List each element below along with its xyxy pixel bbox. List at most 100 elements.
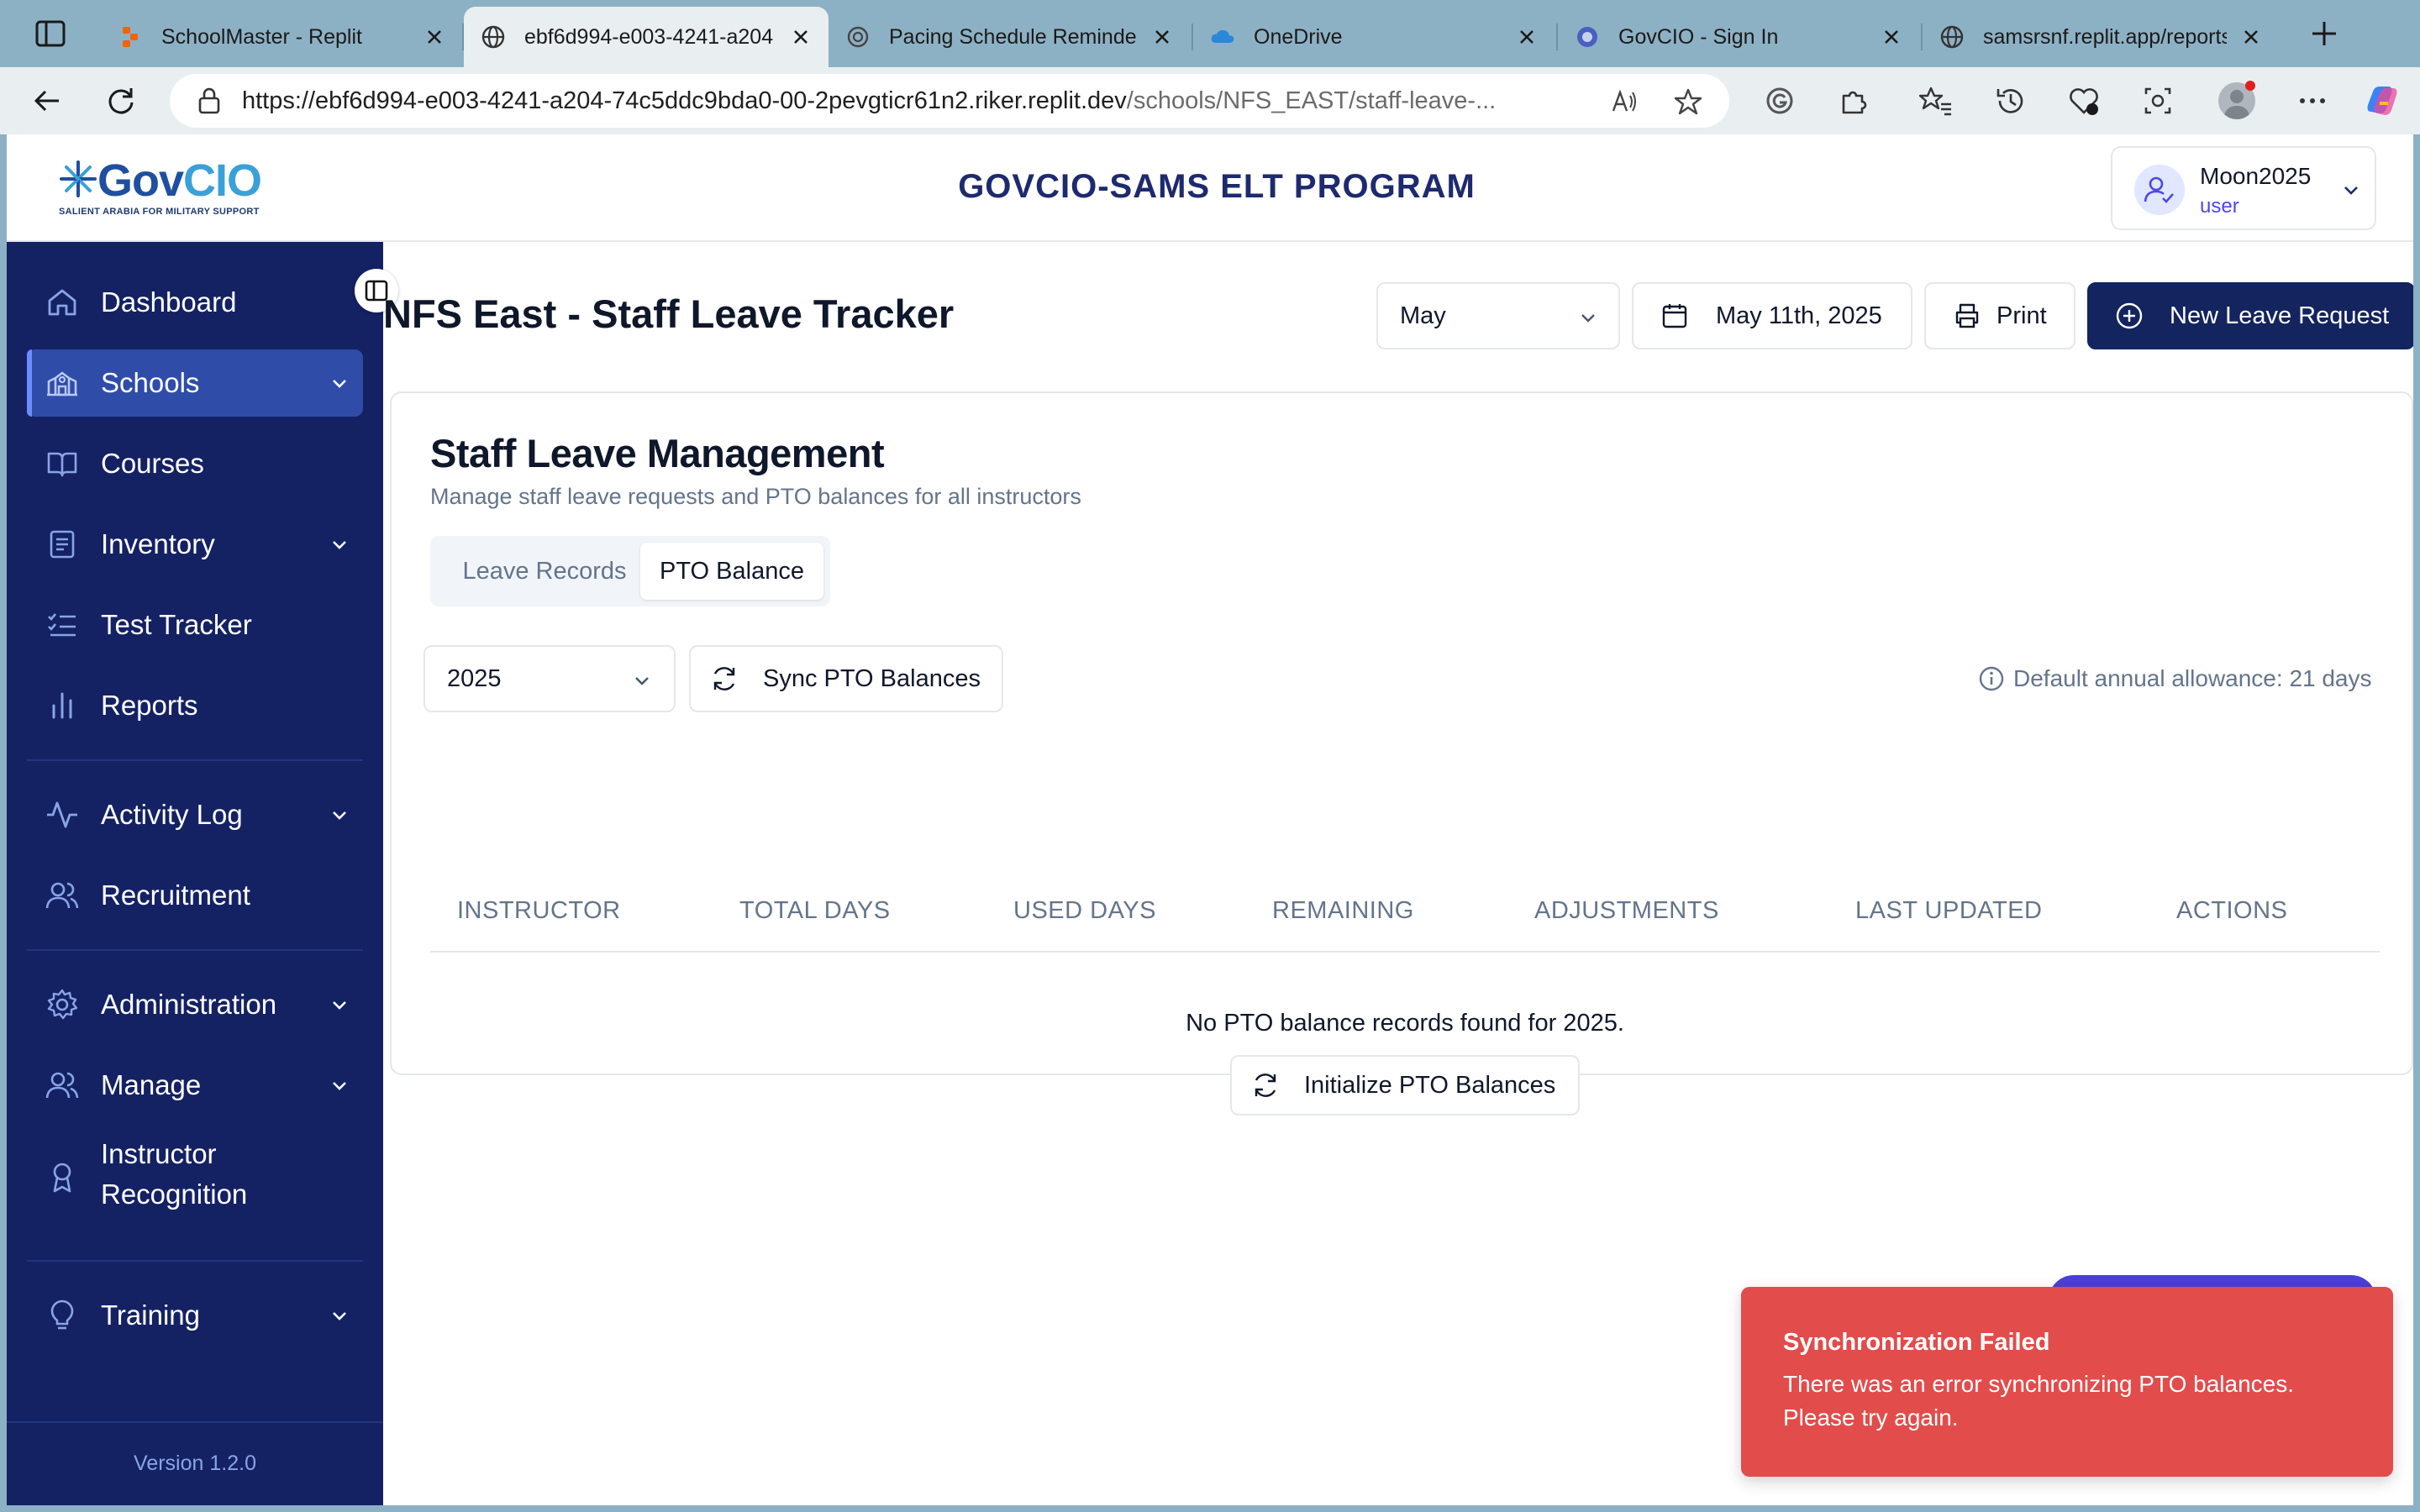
column-header-total-days[interactable]: TOTAL DAYS <box>739 897 891 925</box>
sidebar-item-test-tracker[interactable]: Test Tracker <box>27 591 363 659</box>
lock-icon[interactable] <box>197 87 222 115</box>
logo-burst-icon <box>60 160 97 197</box>
user-role: user <box>2200 195 2239 218</box>
cloud-icon <box>1210 24 1235 50</box>
user-menu[interactable]: Moon2025 user <box>2111 146 2376 230</box>
close-icon[interactable] <box>790 26 812 48</box>
browser-tab-schoolmaster[interactable]: SchoolMaster - Replit <box>101 7 462 67</box>
more-options-icon[interactable] <box>2296 84 2329 118</box>
date-picker-button[interactable]: May 11th, 2025 <box>1632 282 1912 349</box>
chevron-down-icon <box>2344 186 2358 195</box>
sidebar-item-label-2: Recognition <box>101 1179 248 1210</box>
chevron-down-icon <box>333 1312 346 1320</box>
home-icon <box>48 289 76 316</box>
award-icon <box>53 1163 71 1193</box>
replit-icon <box>118 24 143 50</box>
sidebar-item-activity-log[interactable]: Activity Log <box>27 781 363 848</box>
column-header-actions: ACTIONS <box>2176 897 2288 924</box>
screenshot-icon[interactable] <box>2141 84 2175 118</box>
month-select[interactable]: May <box>1376 282 1620 349</box>
tab-title: OneDrive <box>1254 24 1343 49</box>
logo-tagline: SALIENT ARABIA FOR MILITARY SUPPORT <box>59 207 260 217</box>
grammarly-icon[interactable] <box>1763 84 1797 118</box>
sidebar-item-instructor-recognition[interactable]: Instructor Recognition <box>27 1131 363 1223</box>
chevron-down-icon <box>333 541 346 549</box>
govcio-logo[interactable]: GovCIO SALIENT ARABIA FOR MILITARY SUPPO… <box>54 156 281 223</box>
close-icon[interactable] <box>1881 26 1902 48</box>
sidebar-item-label: Administration <box>101 989 277 1020</box>
close-icon[interactable] <box>1516 26 1538 48</box>
sidebar-item-training[interactable]: Training <box>27 1282 363 1349</box>
activity-icon <box>47 801 77 828</box>
browser-tab-bar: SchoolMaster - Replit ebf6d994-e003-4241… <box>0 0 2420 67</box>
extensions-icon[interactable] <box>1837 84 1870 118</box>
sidebar-item-inventory[interactable]: Inventory <box>27 511 363 578</box>
bar-chart-icon <box>52 692 72 719</box>
sidebar-item-label: Courses <box>101 448 204 479</box>
copilot-icon[interactable] <box>2363 81 2402 120</box>
sidebar: Dashboard Schools Courses Inventory Test… <box>7 242 383 1505</box>
sidebar-item-courses[interactable]: Courses <box>27 430 363 497</box>
browser-tab-govcio[interactable]: GovCIO - Sign In <box>1558 7 1919 67</box>
month-select-value: May <box>1400 302 1446 329</box>
close-icon[interactable] <box>424 26 445 48</box>
address-bar[interactable]: https://ebf6d994-e003-4241-a204-74c5ddc9… <box>170 74 1729 128</box>
initialize-label: Initialize PTO Balances <box>1304 1071 1556 1099</box>
sidebar-item-schools[interactable]: Schools <box>27 349 363 417</box>
tab-leave-records[interactable]: Leave Records <box>437 543 652 600</box>
app-title: GOVCIO-SAMS ELT PROGRAM <box>958 168 1476 205</box>
tab-title: SchoolMaster - Replit <box>161 24 362 49</box>
sidebar-item-label: Test Tracker <box>101 609 252 640</box>
history-icon[interactable] <box>1993 84 2027 118</box>
sidebar-item-label: Activity Log <box>101 799 243 830</box>
column-header-instructor[interactable]: INSTRUCTOR <box>457 897 621 925</box>
gear-icon <box>47 989 78 1020</box>
favorites-icon[interactable] <box>1919 84 1953 118</box>
year-select[interactable]: 2025 <box>424 645 676 712</box>
sidebar-item-label: Recruitment <box>101 879 250 911</box>
sidebar-item-dashboard[interactable]: Dashboard <box>27 269 363 336</box>
circle-icon <box>1575 24 1600 50</box>
star-icon[interactable] <box>1674 87 1702 116</box>
empty-state-message: No PTO balance records found for 2025. <box>1186 1010 1624 1037</box>
browser-tab-reports[interactable]: samsrsnf.replit.app/reports <box>1923 7 2279 67</box>
chevron-down-icon <box>333 811 346 820</box>
chevron-down-icon <box>1581 314 1595 323</box>
chevron-down-icon <box>333 1001 346 1010</box>
openai-icon <box>845 24 871 50</box>
browser-tab-active[interactable]: ebf6d994-e003-4241-a204 <box>464 7 829 67</box>
print-button[interactable]: Print <box>1924 282 2075 349</box>
close-icon[interactable] <box>1151 26 1173 48</box>
read-aloud-icon[interactable] <box>1610 87 1639 116</box>
refresh-icon[interactable] <box>104 84 138 118</box>
refresh-icon <box>713 667 735 690</box>
back-arrow-icon[interactable] <box>30 84 64 118</box>
sidebar-item-administration[interactable]: Administration <box>27 971 363 1038</box>
browser-toolbar: https://ebf6d994-e003-4241-a204-74c5ddc9… <box>0 67 2420 134</box>
sidebar-item-manage[interactable]: Manage <box>27 1052 363 1119</box>
new-leave-request-label: New Leave Request <box>2170 302 2390 329</box>
browser-tab-onedrive[interactable]: OneDrive <box>1193 7 1555 67</box>
tab-pto-balance[interactable]: PTO Balance <box>640 543 823 600</box>
browser-tab-pacing[interactable]: Pacing Schedule Reminder <box>829 7 1190 67</box>
health-icon[interactable] <box>2067 84 2101 118</box>
sidebar-item-recruitment[interactable]: Recruitment <box>27 862 363 929</box>
column-header-used-days[interactable]: USED DAYS <box>1013 897 1156 925</box>
new-leave-request-button[interactable]: New Leave Request <box>2087 282 2413 349</box>
year-select-value: 2025 <box>447 664 502 692</box>
sidebar-toggle-icon[interactable] <box>34 18 67 49</box>
sidebar-item-reports[interactable]: Reports <box>27 672 363 739</box>
new-tab-icon[interactable] <box>2307 17 2341 50</box>
column-header-last-updated[interactable]: LAST UPDATED <box>1855 897 2042 925</box>
list-checks-icon <box>48 613 76 637</box>
sync-pto-balances-button[interactable]: Sync PTO Balances <box>689 645 1003 712</box>
error-toast[interactable]: Synchronization Failed There was an erro… <box>1741 1287 2393 1477</box>
column-header-adjustments[interactable]: ADJUSTMENTS <box>1534 897 1719 925</box>
leave-tabs: Leave Records PTO Balance <box>430 536 830 606</box>
table-header-divider <box>430 951 2380 953</box>
close-icon[interactable] <box>2240 26 2262 48</box>
column-header-remaining[interactable]: REMAINING <box>1272 897 1414 925</box>
lightbulb-icon <box>50 1299 74 1330</box>
sidebar-item-label: Instructor <box>101 1138 217 1169</box>
initialize-pto-balances-button[interactable]: Initialize PTO Balances <box>1230 1055 1580 1116</box>
